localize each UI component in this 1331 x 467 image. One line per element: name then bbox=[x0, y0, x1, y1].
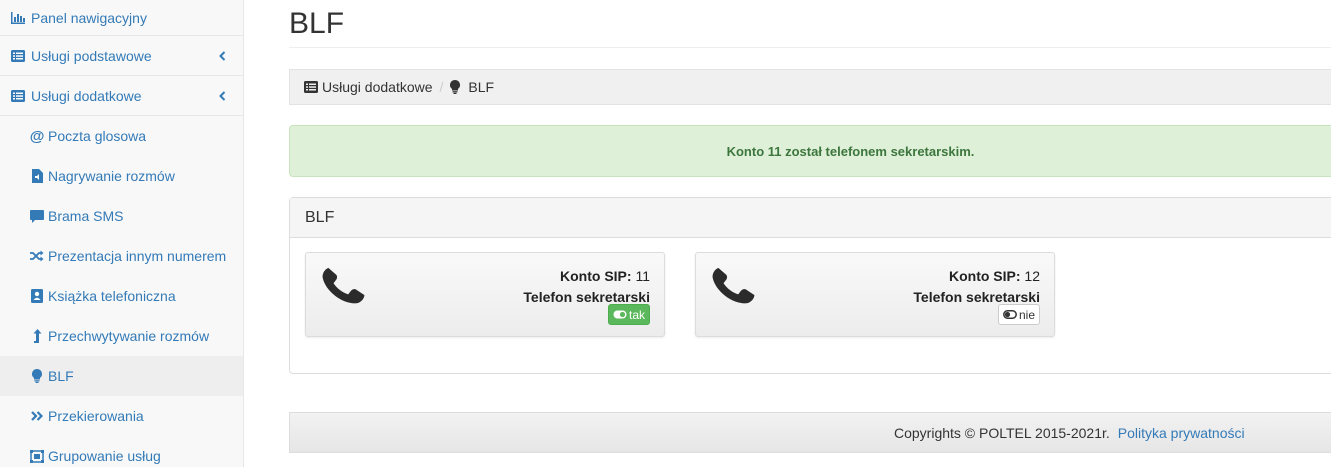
sidebar-item-label: BLF bbox=[48, 368, 74, 384]
phone-icon bbox=[712, 267, 755, 304]
sidebar-item-label: Usługi dodatkowe bbox=[31, 87, 142, 104]
page-title: BLF bbox=[289, 7, 345, 40]
sip-value: 12 bbox=[1024, 268, 1040, 284]
sidebar-item-brama-sms[interactable]: Brama SMS bbox=[0, 196, 243, 236]
sip-account-card: Konto SIP: 11 Telefon sekretarski tak bbox=[305, 252, 665, 337]
footer: Copyrights © POLTEL 2015-2021r. Polityka… bbox=[289, 412, 1331, 453]
toggle-off-icon bbox=[1003, 308, 1017, 322]
sidebar-item-przechwytywanie-rozmow[interactable]: Przechwytywanie rozmów bbox=[0, 316, 243, 356]
sidebar-item-label: Panel nawigacyjny bbox=[31, 9, 147, 26]
chevron-left-icon bbox=[219, 90, 229, 102]
sidebar-item-label: Brama SMS bbox=[48, 208, 124, 224]
breadcrumb-separator: / bbox=[439, 79, 444, 95]
toggle-label: tak bbox=[628, 307, 645, 322]
sidebar-item-ksiazka-telefoniczna[interactable]: Książka telefoniczna bbox=[0, 276, 243, 316]
comment-icon bbox=[30, 209, 44, 223]
at-sign-icon: @ bbox=[29, 127, 45, 145]
breadcrumb-item-uslugi-dodatkowe[interactable]: Usługi dodatkowe bbox=[322, 79, 433, 95]
sidebar-item-label: Poczta glosowa bbox=[48, 128, 147, 144]
sidebar-item-poczta-glosowa[interactable]: @ Poczta glosowa bbox=[0, 116, 243, 156]
phone-icon bbox=[322, 267, 365, 304]
sidebar-item-uslugi-dodatkowe[interactable]: Usługi dodatkowe bbox=[0, 76, 243, 116]
card-info: Konto SIP: 11 Telefon sekretarski bbox=[523, 266, 650, 308]
chevron-left-icon bbox=[219, 50, 229, 62]
secretary-toggle-button[interactable]: nie bbox=[997, 304, 1040, 325]
divider bbox=[289, 47, 1331, 48]
copyright-text: Copyrights © POLTEL 2015-2021r. bbox=[894, 424, 1110, 441]
sidebar-item-grupowanie-uslug[interactable]: Grupowanie usług bbox=[0, 436, 243, 467]
list-icon bbox=[10, 88, 26, 104]
privacy-policy-link[interactable]: Polityka prywatności bbox=[1118, 425, 1245, 441]
sidebar: Panel nawigacyjny Usługi podstawowe Usłu… bbox=[0, 0, 244, 467]
lightbulb-icon bbox=[450, 80, 464, 94]
blf-panel: BLF Konto SIP: 11 Telefon sekretarski ta… bbox=[289, 197, 1331, 374]
sip-account-card: Konto SIP: 12 Telefon sekretarski nie bbox=[695, 252, 1055, 337]
list-icon bbox=[10, 48, 26, 64]
sidebar-item-label: Przechwytywanie rozmów bbox=[48, 328, 210, 344]
sidebar-item-label: Przekierowania bbox=[48, 408, 144, 424]
bar-chart-icon bbox=[10, 10, 26, 26]
sidebar-item-prezentacja-innym-numerem[interactable]: Prezentacja innym numerem bbox=[0, 236, 243, 276]
sidebar-item-blf[interactable]: BLF bbox=[0, 356, 243, 396]
sidebar-item-nagrywanie-rozmow[interactable]: Nagrywanie rozmów bbox=[0, 156, 243, 196]
sidebar-item-label: Usługi podstawowe bbox=[31, 47, 152, 64]
sidebar-item-label: Książka telefoniczna bbox=[48, 288, 176, 304]
object-group-icon bbox=[30, 449, 44, 463]
double-chevron-right-icon bbox=[30, 409, 44, 423]
sidebar-item-panel-nawigacyjny[interactable]: Panel nawigacyjny bbox=[0, 0, 243, 36]
sip-value: 11 bbox=[635, 268, 650, 284]
sidebar-item-label: Prezentacja innym numerem bbox=[48, 248, 227, 264]
audio-file-icon bbox=[30, 169, 44, 183]
sidebar-item-przekierowania[interactable]: Przekierowania bbox=[0, 396, 243, 436]
list-icon bbox=[304, 80, 318, 94]
sip-label: Konto SIP: bbox=[948, 268, 1021, 284]
success-alert: Konto 11 został telefonem sekretarskim. bbox=[289, 125, 1331, 177]
secretary-toggle-button[interactable]: tak bbox=[607, 304, 650, 325]
toggle-label: nie bbox=[1018, 307, 1035, 322]
arrow-up-icon bbox=[30, 329, 44, 343]
sip-label: Konto SIP: bbox=[560, 268, 632, 284]
card-info: Konto SIP: 12 Telefon sekretarski bbox=[913, 266, 1040, 308]
sidebar-item-label: Grupowanie usług bbox=[48, 448, 161, 464]
panel-heading: BLF bbox=[290, 198, 1331, 238]
sidebar-item-label: Nagrywanie rozmów bbox=[48, 168, 175, 184]
contact-book-icon bbox=[30, 289, 44, 303]
lightbulb-icon bbox=[30, 369, 44, 383]
breadcrumb: Usługi dodatkowe / BLF bbox=[289, 69, 1331, 105]
shuffle-icon bbox=[30, 249, 44, 263]
breadcrumb-item-blf: BLF bbox=[468, 79, 495, 95]
sidebar-item-uslugi-podstawowe[interactable]: Usługi podstawowe bbox=[0, 36, 243, 76]
toggle-on-icon bbox=[613, 308, 627, 322]
alert-message: Konto 11 został telefonem sekretarskim. bbox=[726, 143, 975, 159]
